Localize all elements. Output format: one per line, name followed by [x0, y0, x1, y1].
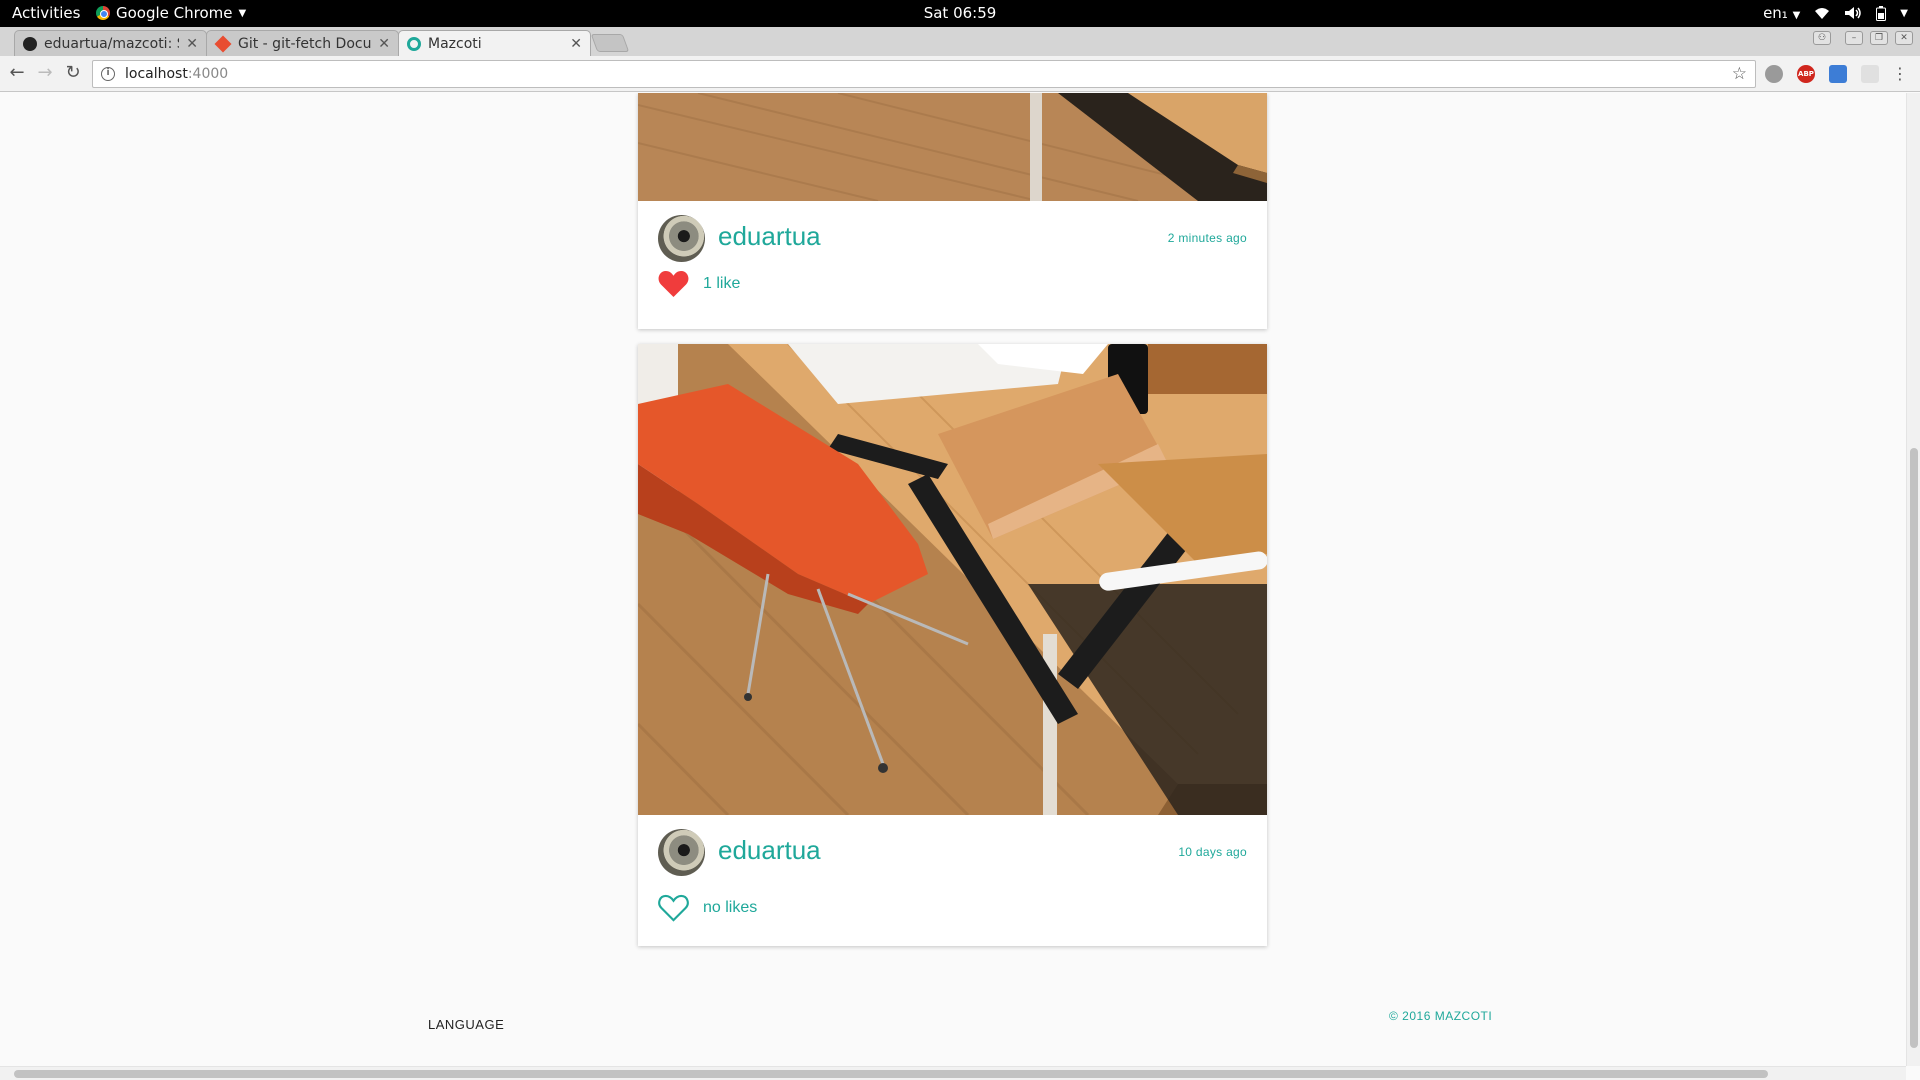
- back-arrow-icon[interactable]: ←: [6, 62, 28, 83]
- heart-outline-icon[interactable]: [658, 894, 689, 922]
- profile-icon[interactable]: ⚇: [1813, 31, 1831, 45]
- tab-strip: eduartua/mazcoti: S ✕ Git - git-fetch Do…: [0, 27, 1920, 56]
- close-icon[interactable]: ✕: [570, 36, 582, 52]
- post-username[interactable]: eduartua: [718, 835, 821, 866]
- page-viewport: eduartua 2 minutes ago 1 like eduartua 1…: [0, 93, 1906, 1066]
- url-host: localhost: [125, 66, 188, 82]
- post-card: eduartua 2 minutes ago 1 like: [638, 93, 1267, 329]
- chevron-down-icon: ▼: [1792, 10, 1801, 21]
- github-icon: [23, 36, 37, 51]
- extension-translate-icon[interactable]: [1829, 65, 1847, 83]
- post-timestamp: 2 minutes ago: [1167, 231, 1247, 245]
- chevron-down-icon: ▼: [1900, 7, 1908, 19]
- tab-github[interactable]: eduartua/mazcoti: S ✕: [14, 30, 207, 56]
- tab-mazcoti[interactable]: Mazcoti ✕: [398, 30, 591, 56]
- minimize-icon[interactable]: –: [1845, 31, 1863, 45]
- keyboard-layout-indicator[interactable]: en₁ ▼: [1763, 4, 1800, 22]
- info-icon[interactable]: i: [101, 67, 115, 81]
- post-image: [638, 93, 1267, 201]
- scrollbar-thumb[interactable]: [14, 1070, 1768, 1078]
- reload-icon[interactable]: ↻: [62, 62, 84, 83]
- like-count[interactable]: no likes: [703, 899, 757, 917]
- url-port: :4000: [187, 66, 229, 82]
- system-top-bar: Activities Google Chrome ▼ Sat 06:59 en₁…: [0, 0, 1920, 27]
- tab-title: Git - git-fetch Docu: [238, 35, 372, 52]
- horizontal-scrollbar[interactable]: [0, 1066, 1906, 1080]
- tab-title: eduartua/mazcoti: S: [44, 35, 180, 52]
- post-image: [638, 344, 1267, 815]
- tab-title: Mazcoti: [428, 35, 482, 52]
- close-icon[interactable]: ✕: [186, 36, 198, 52]
- language-selector[interactable]: LANGUAGE: [428, 1017, 504, 1032]
- extension-icon[interactable]: [1765, 65, 1783, 83]
- like-row: no likes: [658, 891, 757, 925]
- window-close-icon[interactable]: ✕: [1895, 31, 1913, 45]
- forward-arrow-icon[interactable]: →: [34, 62, 56, 83]
- like-row: 1 like: [658, 267, 740, 301]
- adblock-icon[interactable]: ABP: [1797, 65, 1815, 83]
- copyright: © 2016 MAZCOTI: [1389, 1009, 1493, 1023]
- chrome-icon: [96, 6, 110, 20]
- chevron-down-icon: ▼: [238, 7, 247, 19]
- system-tray[interactable]: en₁ ▼ ▼: [1763, 4, 1908, 22]
- post-meta: eduartua 2 minutes ago: [638, 201, 1267, 263]
- app-menu[interactable]: Google Chrome ▼: [96, 4, 246, 22]
- avatar[interactable]: [658, 215, 705, 262]
- extension-icon[interactable]: [1861, 65, 1879, 83]
- post-photo[interactable]: [638, 344, 1267, 815]
- vertical-scrollbar[interactable]: [1906, 93, 1920, 1066]
- battery-icon: [1876, 5, 1887, 21]
- activities-button[interactable]: Activities: [12, 4, 80, 22]
- volume-icon: [1845, 7, 1862, 19]
- bookmark-star-icon[interactable]: ☆: [1732, 64, 1747, 84]
- heart-filled-icon[interactable]: [658, 270, 689, 298]
- wifi-icon: [1815, 8, 1830, 19]
- git-icon: [214, 35, 232, 52]
- address-bar[interactable]: i localhost:4000 ☆: [92, 60, 1756, 88]
- post-photo[interactable]: [638, 93, 1267, 201]
- app-name: Google Chrome: [116, 4, 233, 22]
- post-username[interactable]: eduartua: [718, 221, 821, 252]
- post-timestamp: 10 days ago: [1178, 845, 1247, 859]
- clock[interactable]: Sat 06:59: [0, 4, 1920, 22]
- browser-toolbar: ← → ↻ i localhost:4000 ☆ ABP ⋮: [0, 56, 1920, 92]
- restore-icon[interactable]: ❐: [1870, 31, 1888, 45]
- avatar[interactable]: [658, 829, 705, 876]
- post-card: eduartua 10 days ago no likes: [638, 344, 1267, 946]
- tab-git-docs[interactable]: Git - git-fetch Docu ✕: [206, 30, 399, 56]
- post-meta: eduartua 10 days ago: [638, 815, 1267, 877]
- scrollbar-thumb[interactable]: [1910, 448, 1918, 1048]
- menu-icon[interactable]: ⋮: [1892, 64, 1908, 83]
- close-icon[interactable]: ✕: [378, 36, 390, 52]
- new-tab-button[interactable]: [590, 34, 630, 52]
- like-count[interactable]: 1 like: [703, 275, 740, 293]
- mazcoti-icon: [407, 36, 421, 51]
